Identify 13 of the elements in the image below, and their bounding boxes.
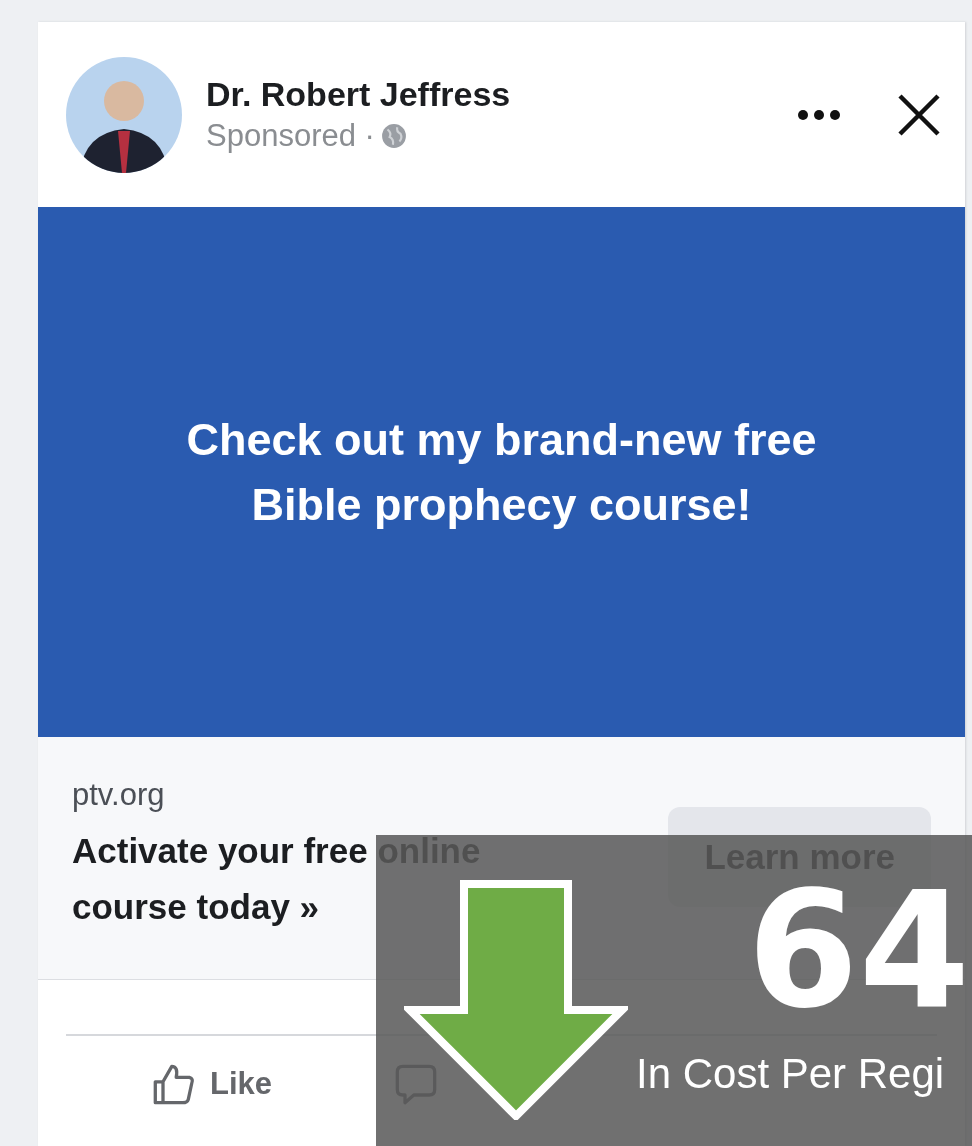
banner-text: Check out my brand-new free Bible prophecy course!	[185, 412, 818, 532]
sponsored-label: Sponsored ·	[206, 118, 375, 154]
stat-figure: 64	[747, 875, 970, 1027]
link-domain: ptv.org	[72, 777, 166, 813]
globe-icon	[380, 123, 407, 149]
close-icon[interactable]	[897, 92, 941, 137]
more-options-icon[interactable]	[797, 108, 841, 121]
ad-banner[interactable]: Check out my brand-new free Bible prophecy course!	[38, 207, 965, 737]
down-arrow-icon	[404, 880, 628, 1120]
action-button[interactable]: Like	[136, 1052, 289, 1116]
author-name[interactable]: Dr. Robert Jeffress	[206, 75, 797, 114]
thumbs-up-icon	[152, 1062, 196, 1106]
stat-caption: In Cost Per Regi	[636, 1050, 945, 1098]
